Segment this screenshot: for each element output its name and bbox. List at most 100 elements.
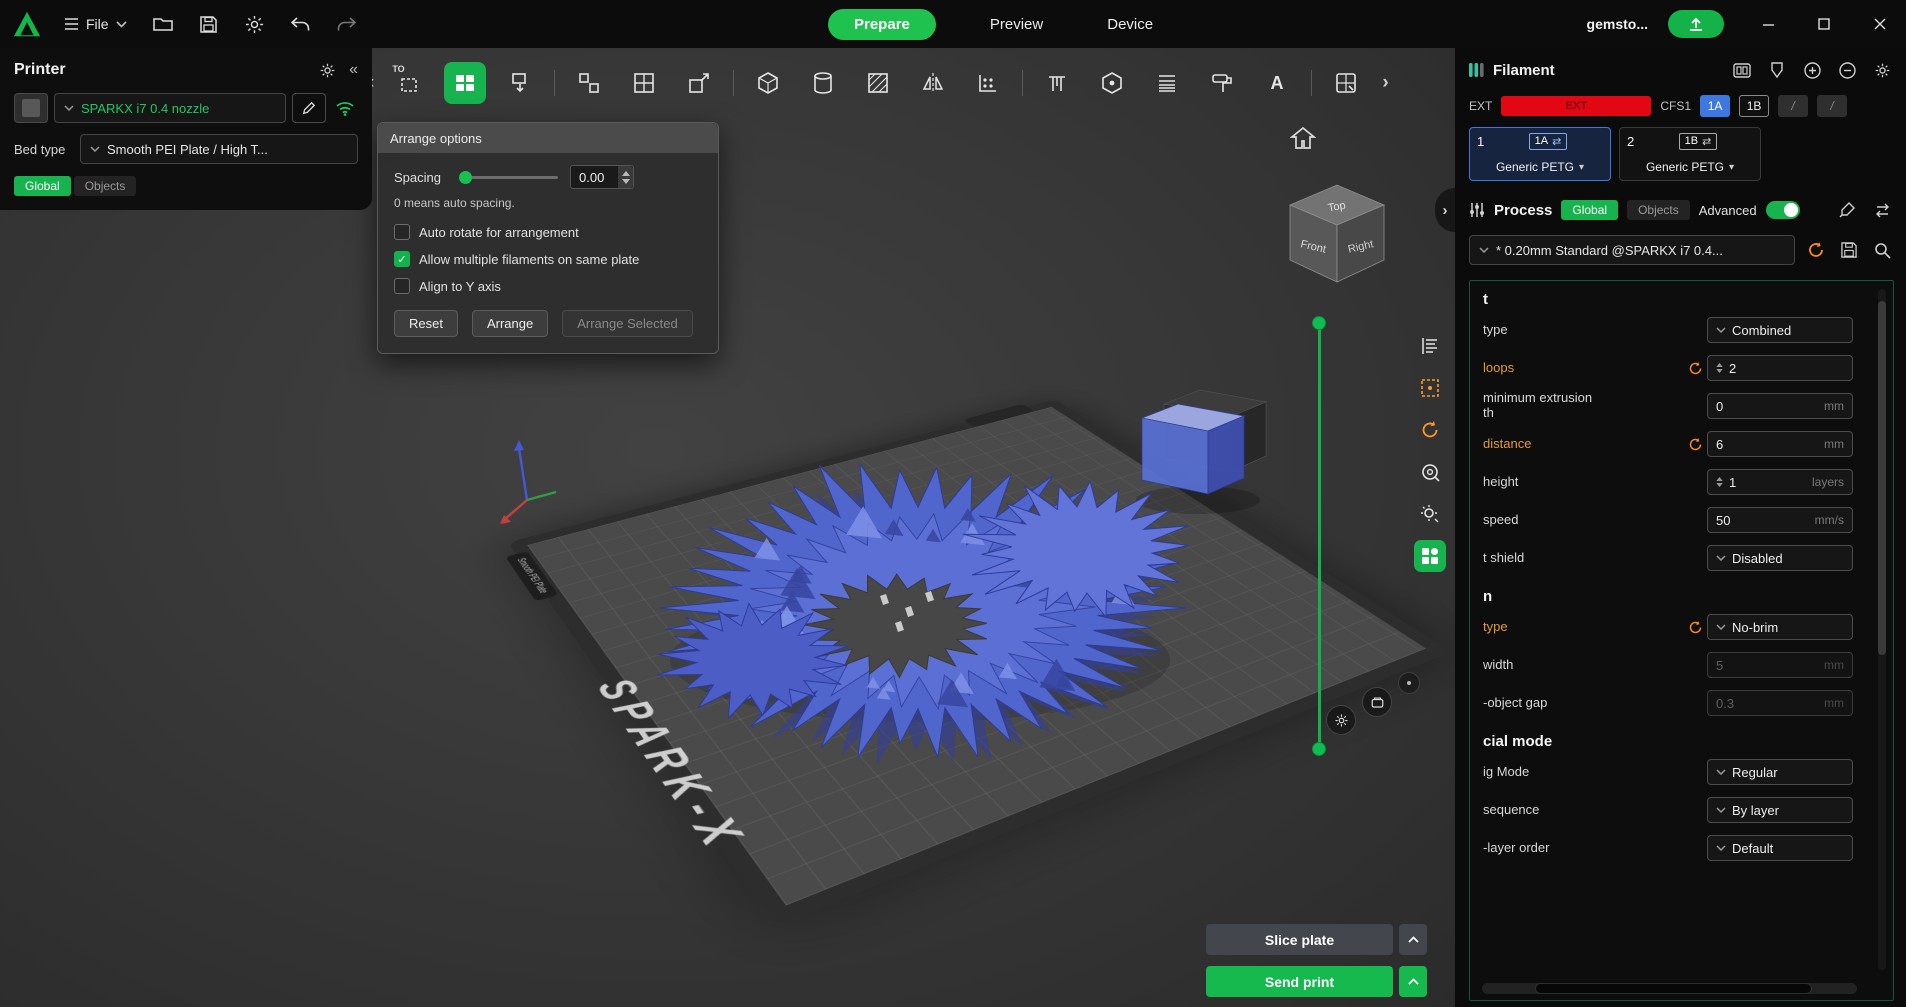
file-menu[interactable]: File	[58, 12, 133, 36]
arrange-tool[interactable]	[444, 62, 486, 104]
spool-icon[interactable]	[1414, 456, 1446, 488]
layer-slider-handle-bottom[interactable]	[1312, 742, 1326, 756]
text-tool[interactable]: A	[1256, 62, 1298, 104]
setting-input[interactable]: 50 mm/s	[1707, 507, 1853, 533]
setting-input[interactable]: 5 mm	[1707, 652, 1853, 678]
reset-icon[interactable]	[1688, 620, 1703, 635]
process-preset-select[interactable]: * 0.20mm Standard @SPARKX i7 0.4...	[1469, 235, 1795, 265]
tray-badge-empty[interactable]: /	[1778, 95, 1808, 117]
nav-cube[interactable]: Top Front Right	[1290, 185, 1384, 282]
ams-icon[interactable]	[1730, 58, 1754, 82]
scale-tool[interactable]	[678, 62, 720, 104]
split-objects-tool[interactable]	[568, 62, 610, 104]
tab-preview[interactable]: Preview	[980, 10, 1053, 39]
filament-slot-1[interactable]: 1 1A ⇄ Generic PETG ▾	[1469, 127, 1611, 181]
send-print-button[interactable]: Send print	[1206, 966, 1393, 997]
home-view-button[interactable]	[1287, 122, 1319, 154]
brush-icon[interactable]	[1835, 198, 1859, 222]
setting-dropdown[interactable]: By layer	[1707, 797, 1853, 823]
slot-material-select[interactable]: Generic PETG ▾	[1470, 154, 1610, 180]
navcube-top-label[interactable]: Top	[1327, 200, 1347, 215]
plate-settings-bubble[interactable]	[1326, 705, 1356, 735]
redo-button[interactable]	[331, 8, 363, 40]
spacing-slider[interactable]	[462, 176, 558, 179]
variable-layer-tool[interactable]	[1146, 62, 1188, 104]
multi-filament-checkbox[interactable]: ✓	[394, 251, 410, 267]
refresh-icon[interactable]	[1414, 414, 1446, 446]
bed-type-select[interactable]: Smooth PEI Plate / High T...	[80, 134, 358, 164]
add-cylinder-tool[interactable]	[802, 62, 844, 104]
setting-dropdown[interactable]: Disabled	[1707, 545, 1853, 571]
navcube-front-label[interactable]: Front	[1299, 238, 1327, 255]
array-tool[interactable]	[967, 62, 1009, 104]
marquee-select-icon[interactable]	[1414, 372, 1446, 404]
settings-horizontal-scrollbar[interactable]	[1482, 983, 1857, 994]
slot-tray-select[interactable]: 1A ⇄	[1529, 133, 1568, 150]
setting-spinner[interactable]: 1 layers	[1707, 469, 1853, 495]
tray-badge-empty[interactable]: /	[1817, 95, 1847, 117]
ext-status-bar[interactable]: EXT	[1501, 96, 1651, 116]
inspect-icon[interactable]	[1414, 498, 1446, 530]
save-preset-icon[interactable]	[1837, 238, 1861, 262]
printer-panel-collapse-button[interactable]: «	[349, 61, 358, 79]
variable-layer-icon[interactable]	[1414, 330, 1446, 362]
model-slab[interactable]	[1164, 390, 1266, 472]
layer-slider-handle-top[interactable]	[1312, 316, 1326, 330]
split-parts-tool[interactable]	[623, 62, 665, 104]
reset-icon[interactable]	[1688, 437, 1703, 452]
plate-grid-icon[interactable]	[1414, 540, 1446, 572]
reset-icon[interactable]	[1688, 361, 1703, 376]
setting-dropdown[interactable]: Regular	[1707, 759, 1853, 785]
setting-input[interactable]: 0 mm	[1707, 393, 1853, 419]
layer-range-slider[interactable]	[1312, 316, 1326, 756]
reset-preset-icon[interactable]	[1804, 238, 1828, 262]
username-label[interactable]: gemsto...	[1587, 16, 1648, 32]
search-settings-icon[interactable]	[1870, 238, 1894, 262]
lay-flat-tool[interactable]	[499, 62, 541, 104]
slice-options-button[interactable]	[1399, 924, 1427, 955]
open-folder-button[interactable]	[147, 8, 179, 40]
filament-slot-2[interactable]: 2 1B ⇄ Generic PETG ▾	[1619, 127, 1761, 181]
tab-prepare[interactable]: Prepare	[828, 9, 936, 40]
multi-filament-option[interactable]: ✓ Allow multiple filaments on same plate	[394, 251, 702, 267]
plate-edit-bubble[interactable]	[1362, 687, 1392, 717]
wifi-icon[interactable]	[332, 92, 358, 124]
pattern-fill-tool[interactable]	[857, 62, 899, 104]
tray-badge-1a[interactable]: 1A	[1700, 95, 1730, 117]
scrollbar-thumb[interactable]	[1535, 983, 1813, 994]
color-paint-tool[interactable]	[1201, 62, 1243, 104]
spacing-input[interactable]: 0.00	[570, 165, 634, 189]
setting-dropdown[interactable]: Default	[1707, 835, 1853, 861]
add-filament-icon[interactable]	[1800, 58, 1824, 82]
edit-printer-button[interactable]	[292, 93, 326, 123]
extruder-icon[interactable]	[1765, 58, 1789, 82]
build-plate[interactable]: Smooth PEI Plate SPARK-X	[508, 400, 1451, 927]
spacing-slider-knob[interactable]	[459, 171, 472, 184]
arrange-selected-button[interactable]: Arrange Selected	[562, 310, 692, 337]
add-cube-tool[interactable]	[747, 62, 789, 104]
align-y-option[interactable]: Align to Y axis	[394, 278, 702, 294]
arrange-button[interactable]: Arrange	[472, 310, 548, 337]
window-minimize-button[interactable]	[1752, 8, 1784, 40]
spacing-spinner[interactable]	[618, 166, 633, 188]
window-maximize-button[interactable]	[1808, 8, 1840, 40]
slot-tray-select[interactable]: 1B ⇄	[1679, 133, 1718, 150]
process-tab-global[interactable]: Global	[1561, 200, 1618, 220]
printer-settings-button[interactable]	[315, 58, 339, 82]
plate-layout-tool[interactable]	[1325, 62, 1367, 104]
tray-badge-1b[interactable]: 1B	[1739, 95, 1769, 117]
seam-paint-tool[interactable]	[1091, 62, 1133, 104]
slice-plate-button[interactable]: Slice plate	[1206, 924, 1393, 955]
plate-lock-bubble[interactable]	[1398, 672, 1420, 694]
filament-settings-icon[interactable]	[1870, 58, 1894, 82]
support-paint-tool[interactable]	[1036, 62, 1078, 104]
upload-button[interactable]	[1668, 10, 1724, 38]
layer-slider-track[interactable]	[1318, 323, 1321, 749]
send-options-button[interactable]	[1399, 966, 1427, 997]
settings-button[interactable]	[239, 8, 271, 40]
setting-input[interactable]: 0.3 mm	[1707, 690, 1853, 716]
align-y-checkbox[interactable]	[394, 278, 410, 294]
auto-rotate-checkbox[interactable]	[394, 224, 410, 240]
printer-tab-global[interactable]: Global	[14, 176, 71, 196]
panel-expand-tab[interactable]: ›	[1435, 188, 1455, 232]
